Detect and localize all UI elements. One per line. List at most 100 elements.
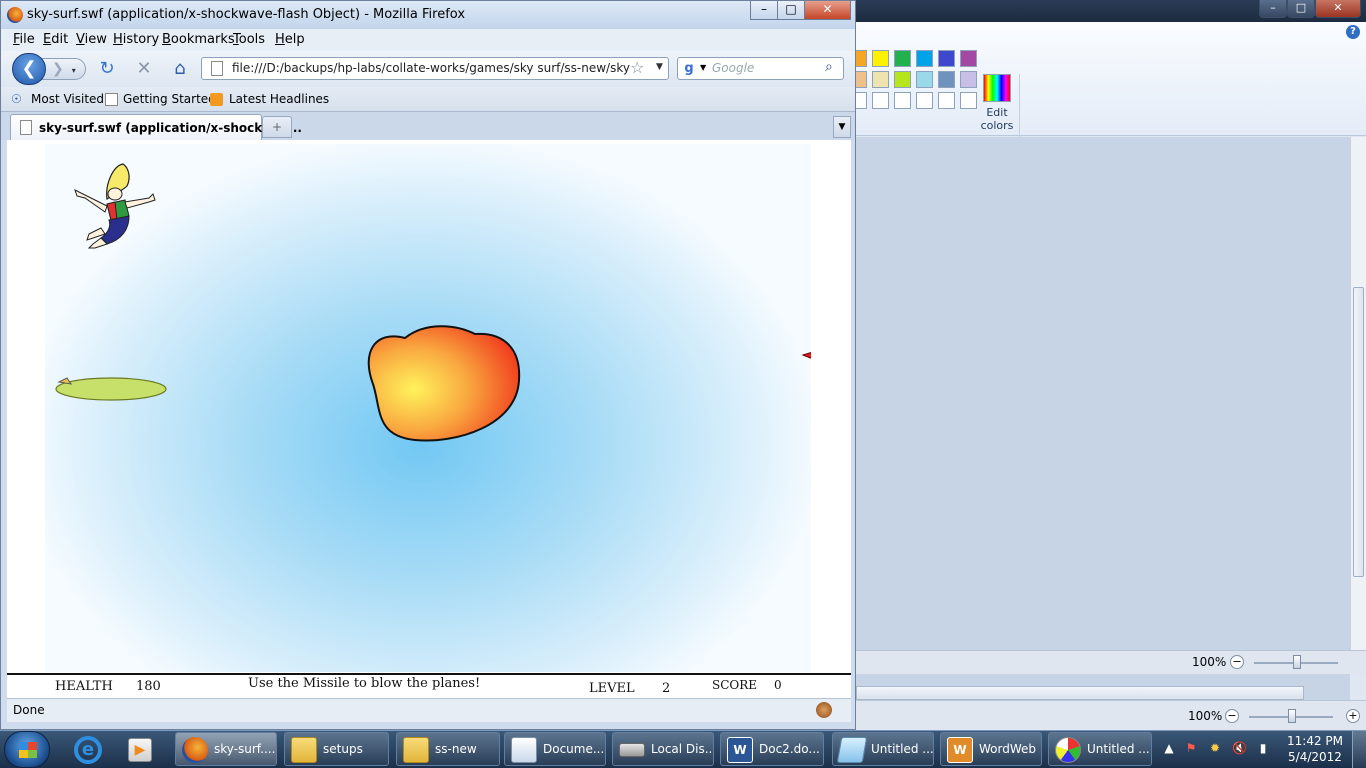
menu-history[interactable]: History [113, 32, 159, 47]
addon-status-icon[interactable] [816, 702, 832, 718]
action-center-flag-icon[interactable]: ⚑ [1184, 741, 1198, 755]
menu-file[interactable]: File [13, 32, 35, 47]
bookmark-latest-headlines[interactable]: Latest Headlines [229, 92, 329, 106]
color-swatch[interactable] [916, 50, 933, 67]
menubar: File Edit View History Bookmarks Tools H… [1, 29, 855, 51]
bookmark-getting-started[interactable]: Getting Started [123, 92, 216, 106]
color-swatch[interactable] [938, 71, 955, 88]
color-swatch[interactable] [960, 71, 977, 88]
taskbar-button-label: sky-surf.... [214, 742, 276, 756]
taskbar-button[interactable]: Untitled ... [1048, 732, 1152, 766]
color-swatch[interactable] [872, 92, 889, 109]
history-dropdown-icon[interactable]: ▾ [72, 66, 76, 75]
zoom-out-button-secondary[interactable]: − [1225, 709, 1239, 723]
edit-colors-button[interactable]: Edit colors [978, 74, 1016, 138]
paint-statusbar-secondary: 100% − + [856, 700, 1366, 730]
taskbar-button-label: ss-new [435, 742, 477, 756]
paint-vertical-scrollbar[interactable] [1350, 137, 1366, 650]
url-dropdown-icon[interactable]: ▼ [656, 62, 663, 72]
color-swatch[interactable] [872, 71, 889, 88]
color-swatch[interactable] [938, 50, 955, 67]
tab-list-dropdown-icon[interactable]: ▼ [833, 116, 851, 138]
status-bar: Done [7, 698, 851, 722]
menu-help[interactable]: Help [275, 32, 305, 47]
search-icon[interactable]: ⌕ [825, 59, 833, 75]
help-icon[interactable]: ? [1346, 25, 1360, 39]
color-swatch[interactable] [960, 50, 977, 67]
show-hidden-icons-icon[interactable]: ▲ [1162, 741, 1176, 755]
menu-bookmarks[interactable]: Bookmarks [162, 32, 235, 47]
volume-muted-icon[interactable]: 🔇 [1232, 741, 1247, 755]
menu-edit[interactable]: Edit [43, 32, 68, 47]
taskbar-button-label: Local Dis... [651, 742, 714, 756]
clock[interactable]: 11:42 PM 5/4/2012 [1280, 733, 1350, 765]
stop-icon[interactable]: ✕ [134, 59, 154, 79]
zoom-out-button[interactable]: − [1230, 655, 1244, 669]
taskbar-button-label: Doc2.do... [759, 742, 820, 756]
scrollbar-thumb[interactable] [1353, 287, 1364, 577]
game-scene [55, 163, 852, 442]
paint-ribbon: Edit colors [850, 22, 1366, 150]
taskbar-button[interactable]: setups [284, 732, 389, 766]
taskbar-button-label: Docume... [543, 742, 605, 756]
paint-canvas-area[interactable] [856, 137, 1350, 650]
color-swatch[interactable] [894, 50, 911, 67]
reload-icon[interactable]: ↻ [97, 59, 117, 79]
minimize-button[interactable]: – [750, 1, 778, 20]
close-button[interactable]: ✕ [804, 1, 851, 20]
color-swatch[interactable] [894, 71, 911, 88]
notepad-icon [836, 737, 868, 763]
game-canvas[interactable] [45, 144, 852, 672]
zoom-slider-thumb-secondary[interactable] [1288, 709, 1296, 723]
maximize-button[interactable]: □ [777, 1, 805, 20]
menu-tools[interactable]: Tools [233, 32, 265, 47]
back-button[interactable]: ❮ [12, 53, 46, 85]
color-swatch[interactable] [938, 92, 955, 109]
pinned-media-player[interactable]: ▶ [120, 734, 160, 766]
home-icon[interactable]: ⌂ [170, 59, 190, 79]
color-swatch[interactable] [916, 71, 933, 88]
url-text[interactable]: file:///D:/backups/hp-labs/collate-works… [232, 61, 630, 75]
page-content: HEALTH 180 Use the Missile to blow the p… [7, 140, 852, 698]
search-input[interactable]: Google [712, 61, 754, 75]
paint-maximize-button[interactable]: □ [1287, 0, 1315, 18]
zoom-slider-thumb[interactable] [1293, 655, 1301, 669]
search-engine-dropdown-icon[interactable]: ▼ [700, 63, 706, 72]
horizontal-scrollbar[interactable] [856, 686, 1304, 700]
color-swatch[interactable] [872, 50, 889, 67]
taskbar-button[interactable]: W WordWeb [940, 732, 1042, 766]
color-swatch[interactable] [960, 92, 977, 109]
zoom-in-button[interactable]: + [1346, 709, 1360, 723]
taskbar-button[interactable]: ss-new [396, 732, 500, 766]
network-alert-icon[interactable]: ✹ [1208, 741, 1222, 755]
url-bar[interactable]: file:///D:/backups/hp-labs/collate-works… [201, 57, 669, 80]
color-swatch[interactable] [916, 92, 933, 109]
firefox-titlebar: sky-surf.swf (application/x-shockwave-fl… [1, 1, 855, 29]
skyboard-item [55, 377, 167, 401]
pinned-internet-explorer[interactable]: e [68, 734, 108, 766]
edit-colors-label: Edit colors [980, 106, 1014, 132]
level-value: 2 [662, 681, 671, 696]
search-bar[interactable]: g ▼ Google ⌕ [677, 57, 844, 80]
color-swatch[interactable] [894, 92, 911, 109]
forward-button[interactable]: ❯ ▾ [41, 58, 86, 80]
new-tab-button[interactable]: + [262, 116, 292, 138]
paint-close-button[interactable]: ✕ [1315, 0, 1361, 18]
google-icon[interactable]: g [681, 61, 697, 77]
bookmark-star-icon[interactable]: ☆ [630, 58, 644, 77]
bookmarks-toolbar: ☉ Most Visited Getting Started Latest He… [1, 87, 855, 112]
taskbar-button[interactable]: W Doc2.do... [720, 732, 824, 766]
taskbar-button[interactable]: sky-surf.... [175, 732, 277, 766]
show-desktop-button[interactable] [1352, 731, 1366, 768]
menu-view[interactable]: View [76, 32, 107, 47]
tab-sky-surf[interactable]: sky-surf.swf (application/x-shockwav... [10, 114, 302, 140]
bookmark-most-visited[interactable]: Most Visited [31, 92, 104, 106]
taskbar-button[interactable]: Docume... [504, 732, 606, 766]
taskbar-button[interactable]: Local Dis... [612, 732, 714, 766]
taskbar-button-label: Untitled ... [1087, 742, 1150, 756]
start-button[interactable] [4, 731, 50, 768]
paint-minimize-button[interactable]: – [1259, 0, 1287, 18]
taskbar-button[interactable]: Untitled ... [832, 732, 934, 766]
power-icon[interactable]: ▮ [1256, 741, 1270, 755]
taskbar-button-label: Untitled ... [871, 742, 934, 756]
